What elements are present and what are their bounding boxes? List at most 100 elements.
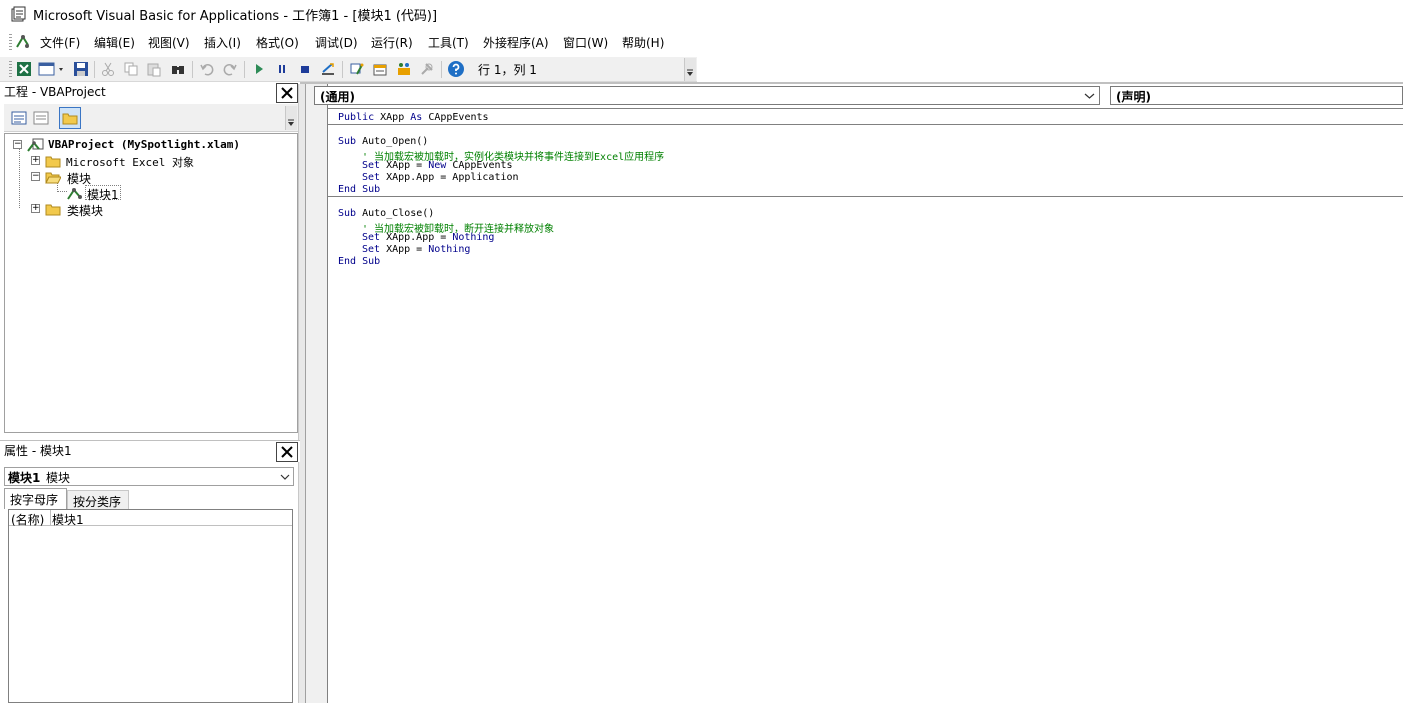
folder-icon [45,156,61,168]
toolbar-options-button[interactable] [684,58,696,81]
cursor-position: 行 1，列 1 [478,63,537,77]
break-button[interactable] [272,59,292,79]
code-margin-indicator-bar[interactable] [306,84,328,703]
standard-toolbar [0,57,697,82]
grid-divider [50,510,51,526]
menubar-grip[interactable] [9,34,12,52]
code-line-1: Public XApp As CAppEvents [338,112,489,123]
close-icon [281,87,293,99]
reset-button[interactable] [295,59,315,79]
tree-label-module1: 模块1 [85,185,121,202]
properties-window-button[interactable] [370,59,390,79]
menu-file[interactable]: 文件(F) [40,34,80,51]
tree-line [19,148,20,208]
vba-app-icon [10,5,28,23]
project-pane-toolbar [4,104,298,132]
project-tree: − VBAProject (MySpotlight.xlam) + Micros… [4,133,298,433]
window-title: Microsoft Visual Basic for Applications … [33,9,438,24]
undo-icon[interactable] [197,59,217,79]
toolbar-separator [342,61,343,78]
code-line-3: Sub Auto_Open() [338,136,429,147]
project-pane-title: 工程 - VBAProject [4,85,106,99]
properties-tabs: 按字母序 按分类序 [4,488,294,509]
help-icon[interactable] [446,59,466,79]
object-browser-button[interactable] [394,59,414,79]
tab-alphabetic[interactable]: 按字母序 [4,488,67,509]
code-line-7: End Sub [338,184,381,195]
procedure-combo[interactable]: (声明) [1110,86,1403,105]
redo-icon[interactable] [220,59,240,79]
project-pane-close-button[interactable] [276,83,298,103]
properties-grid: (名称) 模块1 [8,509,293,703]
pane-splitter[interactable] [298,84,306,703]
view-object-button[interactable] [33,110,49,126]
menu-debug[interactable]: 调试(D) [315,34,358,51]
design-mode-button[interactable] [318,59,338,79]
tree-label-class-modules: 类模块 [67,204,104,218]
chevron-down-icon [280,474,290,480]
procedure-separator [328,124,1403,125]
procedure-separator [328,196,1403,197]
view-object-icon [33,111,49,125]
code-line-13: End Sub [338,256,381,267]
copy-icon[interactable] [121,59,141,79]
view-code-icon [11,111,27,125]
module-icon [67,188,82,200]
properties-pane-close-button[interactable] [276,442,298,462]
paste-icon[interactable] [144,59,164,79]
expand-toggle[interactable]: + [31,156,40,165]
toolbox-button[interactable] [417,59,437,79]
menu-window[interactable]: 窗口(W) [563,34,608,51]
save-button[interactable] [71,59,91,79]
menu-tools[interactable]: 工具(T) [428,34,469,51]
toolbar-separator [441,61,442,78]
object-combo[interactable]: (通用) [314,86,1100,105]
close-icon [281,446,293,458]
insert-userform-dropdown[interactable] [37,59,67,79]
chevron-down-icon [1084,93,1095,99]
menu-view[interactable]: 视图(V) [148,34,190,51]
code-line-9: Sub Auto_Close() [338,208,435,219]
cut-icon[interactable] [98,59,118,79]
project-explorer-button[interactable] [347,59,367,79]
collapse-toggle[interactable]: − [31,172,40,181]
code-line-6: Set XApp.App = Application [362,172,519,183]
selected-object-name: 模块1 [8,471,41,485]
vba-project-icon [27,138,44,152]
menu-addins[interactable]: 外接程序(A) [483,34,549,51]
selected-object-type: 模块 [46,471,71,485]
toolbar-separator [192,61,193,78]
open-folder-icon [45,172,61,184]
procedure-combo-value: (声明) [1116,90,1151,104]
collapse-toggle[interactable]: − [13,140,22,149]
run-sub-button[interactable] [249,59,269,79]
menu-insert[interactable]: 插入(I) [204,34,241,51]
tab-categorized[interactable]: 按分类序 [67,490,129,509]
toolbar-separator [244,61,245,78]
find-icon[interactable] [168,59,188,79]
tree-line [57,191,67,192]
properties-object-select[interactable]: 模块1 模块 [4,467,294,486]
expand-toggle[interactable]: + [31,204,40,213]
toolbar-grip[interactable] [9,61,12,78]
code-line-11: Set XApp.App = Nothing [362,232,495,243]
tree-label-excel-objects: Microsoft Excel 对象 [66,156,194,169]
properties-pane-title: 属性 - 模块1 [4,444,72,458]
view-code-button[interactable] [11,110,27,126]
property-value[interactable]: 模块1 [52,511,84,528]
property-row[interactable]: (名称) 模块1 [9,510,292,528]
tree-label-vbaproject: VBAProject (MySpotlight.xlam) [48,138,241,151]
property-name: (名称) [11,513,45,527]
project-toolbar-options[interactable] [285,106,297,130]
menu-format[interactable]: 格式(O) [256,34,299,51]
menu-edit[interactable]: 编辑(E) [94,34,135,51]
code-editor[interactable]: Public XApp As CAppEvents Sub Auto_Open(… [328,108,1403,703]
excel-view-button[interactable] [14,59,34,79]
menu-run[interactable]: 运行(R) [371,34,413,51]
menu-help[interactable]: 帮助(H) [622,34,664,51]
toggle-folders-button[interactable] [59,107,81,129]
toolbar-separator [94,61,95,78]
object-combo-value: (通用) [320,90,355,104]
excel-view-icon[interactable] [14,33,32,51]
folder-icon [45,204,61,216]
